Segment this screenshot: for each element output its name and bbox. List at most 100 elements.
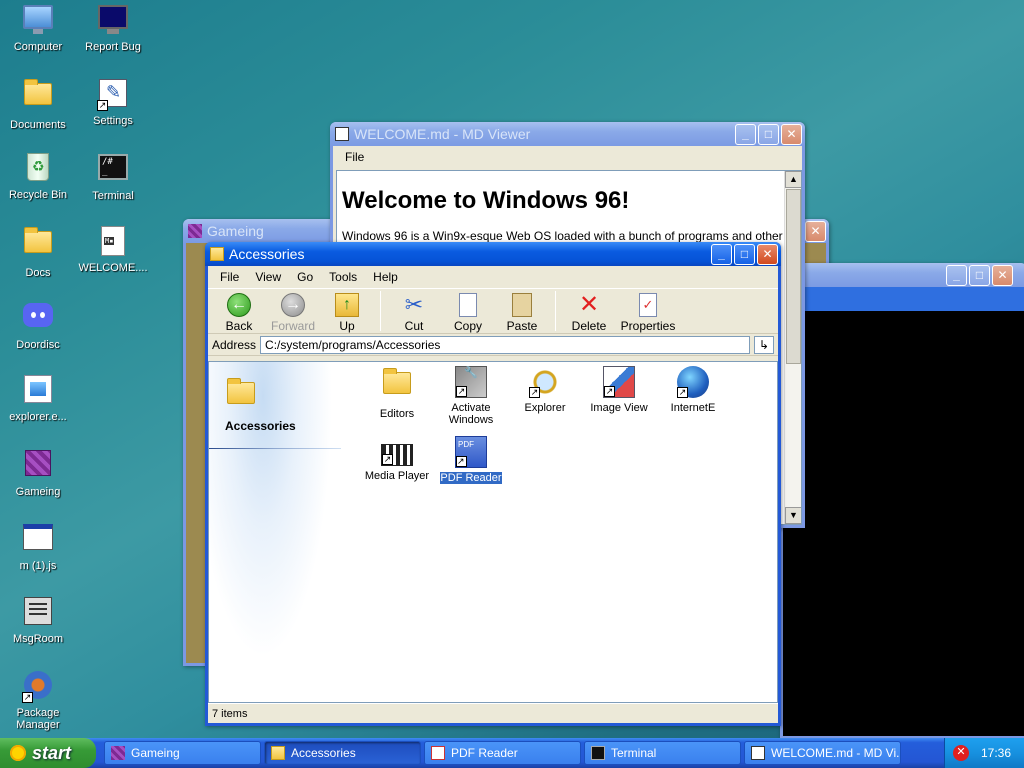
clipboard-icon [512,293,532,317]
accessories-titlebar[interactable]: Accessories _ □ ✕ [205,242,781,266]
file-item-explorer[interactable]: ↗ Explorer [509,366,581,414]
desktop-icon-m1-js[interactable]: m (1).js [1,521,75,572]
desktop-icon-label: Report Bug [85,41,141,53]
taskbar-tasks: Gameing Accessories PDF Reader Terminal … [104,741,901,765]
recycle-bin-icon [22,153,54,185]
up-button[interactable]: ↑ Up [320,291,374,333]
menu-help[interactable]: Help [365,270,406,284]
markdown-file-icon: M▪ [97,226,129,258]
desktop-icon-settings[interactable]: ↗ Settings [76,77,150,127]
task-gameing[interactable]: Gameing [104,741,261,765]
js-file-icon [22,524,54,556]
file-label: PDF Reader [439,471,503,485]
menu-tools[interactable]: Tools [321,270,365,284]
file-view: Accessories Editors ↗ Activate Windows ↗… [208,361,778,703]
menu-go[interactable]: Go [289,270,321,284]
minimize-button[interactable]: _ [735,124,756,145]
properties-label: Properties [620,319,676,333]
globe-icon: ↗ [677,366,709,398]
desktop-icon-msgroom[interactable]: MsgRoom [1,595,75,645]
accessories-window[interactable]: Accessories _ □ ✕ File View Go Tools Hel… [205,242,781,726]
window-title: Accessories [229,246,305,262]
maximize-button[interactable]: □ [758,124,779,145]
desktop-icon-recycle-bin[interactable]: Recycle Bin [1,151,75,201]
desktop-icon-documents[interactable]: Documents [1,77,75,131]
forward-arrow-icon: → [281,293,305,317]
menu-file[interactable]: File [212,270,247,284]
file-item-internete[interactable]: ↗ InternetE [657,366,729,414]
file-item-editors[interactable]: Editors [361,366,433,420]
explorer-menubar: File View Go Tools Help [208,266,778,288]
folder-icon [22,227,54,263]
minimize-button[interactable]: _ [711,244,732,265]
close-button[interactable]: ✕ [992,265,1013,286]
task-terminal[interactable]: Terminal [584,741,741,765]
address-input[interactable]: C:/system/programs/Accessories [260,335,750,354]
desktop-icon-explorer-exe[interactable]: explorer.e... [1,373,75,423]
image-view-icon: ↗ [603,366,635,398]
md-viewer-titlebar[interactable]: WELCOME.md - MD Viewer _ □ ✕ [330,122,805,146]
file-item-pdf-reader[interactable]: PDF ↗ PDF Reader [435,436,507,485]
left-task-pane: Accessories [209,362,344,702]
task-welcome-md[interactable]: WELCOME.md - MD Vi... [744,741,901,765]
scroll-up-arrow-icon[interactable]: ▲ [785,171,801,188]
up-folder-icon: ↑ [335,293,359,317]
terminal-window[interactable]: _ □ ✕ [780,263,1024,739]
task-label: PDF Reader [451,746,518,760]
task-accessories[interactable]: Accessories [264,741,421,765]
close-button[interactable]: ✕ [757,244,778,265]
scroll-down-arrow-icon[interactable]: ▼ [785,507,801,524]
documents-icon [22,79,54,115]
pdf-reader-icon: PDF ↗ [455,436,487,468]
close-button[interactable]: ✕ [781,124,802,145]
desktop-icon-computer[interactable]: Computer [1,3,75,53]
address-bar: Address C:/system/programs/Accessories ↳ [208,334,778,356]
copy-button[interactable]: Copy [441,291,495,333]
maximize-button[interactable]: □ [734,244,755,265]
paste-button[interactable]: Paste [495,291,549,333]
close-button[interactable]: ✕ [805,221,826,242]
desktop-icon-report-bug[interactable]: Report Bug [76,3,150,53]
delete-button[interactable]: ✕ Delete [562,291,616,334]
back-button[interactable]: ← Back [212,291,266,333]
desktop-icon-welcome-md[interactable]: M▪ WELCOME.... [76,225,150,274]
toolbar-separator [555,291,556,331]
minimize-button[interactable]: _ [946,265,967,286]
forward-label: Forward [270,319,315,333]
cut-label: Cut [404,319,424,333]
start-logo-icon [10,745,26,761]
window-title: Gameing [207,223,264,239]
desktop-icon-package-manager[interactable]: ↗ Package Manager [1,669,75,731]
desktop-icon-terminal[interactable]: /# _ Terminal [76,151,150,202]
left-pane-title: Accessories [225,419,296,433]
menu-file[interactable]: File [337,150,372,164]
file-item-activate-windows[interactable]: ↗ Activate Windows [435,366,507,426]
desktop-icon-label: Gameing [15,486,61,498]
terminal-titlebar[interactable]: _ □ ✕ [780,263,1024,287]
desktop-icon-gameing[interactable]: Gameing [1,447,75,498]
report-bug-icon [97,5,129,37]
properties-button[interactable]: ✓ Properties [616,291,680,333]
scroll-thumb[interactable] [786,189,801,364]
computer-icon [22,5,54,37]
forward-button[interactable]: → Forward [266,291,320,333]
taskbar: start Gameing Accessories PDF Reader Ter… [0,738,1024,768]
desktop-icon-label: m (1).js [19,560,57,572]
task-pdf-reader[interactable]: PDF Reader [424,741,581,765]
maximize-button[interactable]: □ [969,265,990,286]
file-item-media-player[interactable]: ↗ Media Player [361,436,433,482]
file-item-image-view[interactable]: ↗ Image View [583,366,655,414]
start-button[interactable]: start [0,738,96,768]
desktop-icon-label: MsgRoom [12,633,64,645]
cut-button[interactable]: ✂ Cut [387,291,441,334]
go-arrow-icon[interactable]: ↳ [754,335,774,354]
md-scrollbar[interactable]: ▲ ▼ [784,171,801,524]
error-notification-icon[interactable]: ✕ [953,745,969,761]
desktop-icon-doordisc[interactable]: Doordisc [1,299,75,351]
terminal-icon: /# _ [97,154,129,186]
desktop-icon-label: Docs [25,267,51,279]
desktop-icon-docs[interactable]: Docs [1,225,75,279]
desktop-icon-label: Terminal [92,190,134,202]
menu-view[interactable]: View [247,270,289,284]
task-label: Accessories [291,746,356,760]
